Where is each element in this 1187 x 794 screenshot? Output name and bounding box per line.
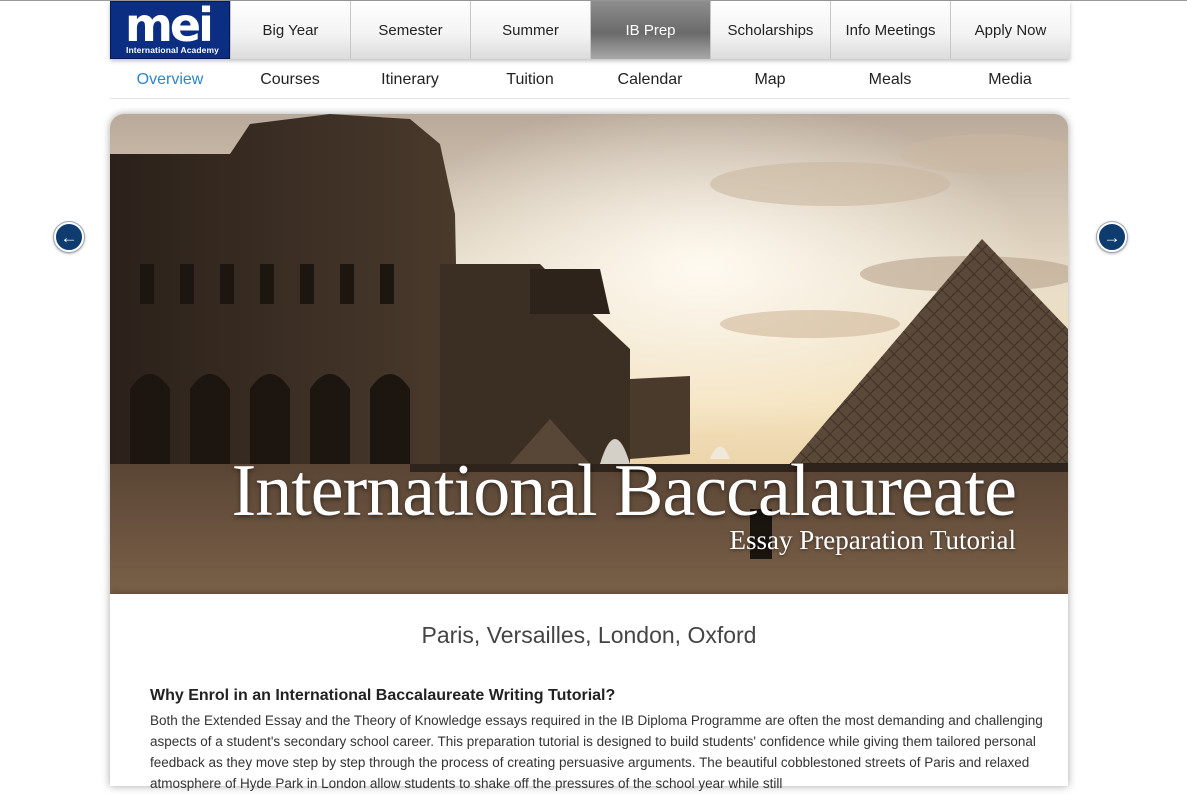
subnav-overview[interactable]: Overview [110,67,230,98]
nav-tab-ib-prep[interactable]: IB Prep [590,1,710,59]
nav-tab-big-year[interactable]: Big Year [230,1,350,59]
section-heading: Why Enrol in an International Baccalaure… [150,687,616,704]
carousel-next-button[interactable]: → [1097,222,1127,252]
subnav-courses[interactable]: Courses [230,67,350,98]
arrow-right-circle-icon: → [1103,227,1121,247]
logo-subtitle: International Academy [126,45,219,55]
hero-title: International Baccalaureate [231,450,1017,532]
section-body: Both the Extended Essay and the Theory o… [150,713,1043,791]
sub-navigation: Overview Courses Itinerary Tuition Calen… [110,67,1070,99]
carousel-prev-button[interactable]: ← [54,222,84,252]
main-navigation: mei International Academy Big Year Semes… [110,0,1070,59]
nav-tab-summer[interactable]: Summer [470,1,590,59]
subnav-calendar[interactable]: Calendar [590,67,710,98]
program-locations: Paris, Versailles, London, Oxford [421,622,757,648]
subnav-map[interactable]: Map [710,67,830,98]
subnav-itinerary[interactable]: Itinerary [350,67,470,98]
subnav-media[interactable]: Media [950,67,1070,98]
content-panel: Paris, Versailles, London, Oxford Why En… [110,594,1068,791]
mei-logo[interactable]: mei International Academy [110,0,230,59]
subnav-tuition[interactable]: Tuition [470,67,590,98]
subnav-meals[interactable]: Meals [830,67,950,98]
hero-banner: International Baccalaureate Essay Prepar… [110,114,1068,594]
hero-subtitle: Essay Preparation Tutorial [729,525,1016,555]
nav-tab-info-meetings[interactable]: Info Meetings [830,1,950,59]
nav-tab-scholarships[interactable]: Scholarships [710,1,830,59]
nav-tab-apply-now[interactable]: Apply Now [950,1,1070,59]
arrow-left-circle-icon: ← [60,227,78,247]
nav-tab-semester[interactable]: Semester [350,1,470,59]
